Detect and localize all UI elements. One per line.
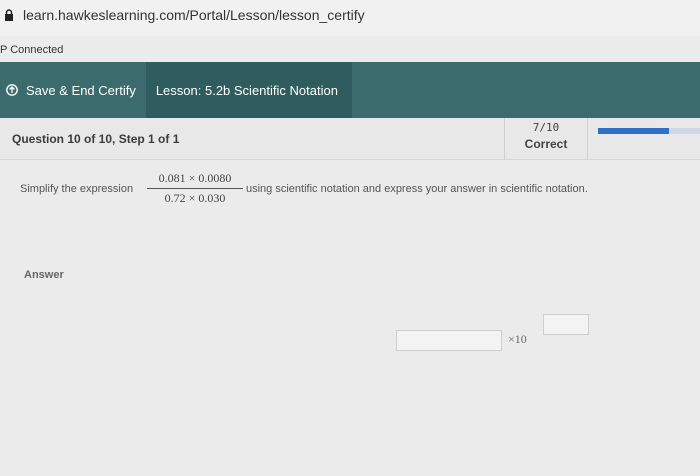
expression-fraction: 0.081 × 0.0080 0.72 × 0.030 [147,171,243,206]
progress-bar-fill [598,128,670,134]
lock-icon [5,9,13,21]
url-text[interactable]: learn.hawkeslearning.com/Portal/Lesson/l… [23,7,365,23]
exponent-input[interactable] [543,314,589,335]
lesson-title: Lesson: 5.2b Scientific Notation [145,62,352,118]
browser-url-bar[interactable]: learn.hawkeslearning.com/Portal/Lesson/l… [0,0,700,36]
answer-label: Answer [24,269,64,281]
problem-area: Simplify the expression 0.081 × 0.0080 0… [0,161,700,476]
fraction-denominator: 0.72 × 0.030 [164,191,226,205]
progress-bar [598,128,700,134]
score-count: 7/10 [532,121,560,134]
save-end-certify-button[interactable]: Save & End Certify [0,62,146,118]
problem-prompt: Simplify the expression [20,183,134,195]
score-box: 7/10 Correct [504,118,588,160]
fraction-numerator: 0.081 × 0.0080 [158,171,232,185]
fraction-bar [147,188,243,189]
circle-arrow-icon [6,84,18,96]
problem-instructions: using scientific notation and express yo… [246,183,588,195]
question-bar: Question 10 of 10, Step 1 of 1 7/10 Corr… [0,118,700,160]
mantissa-input[interactable] [396,330,502,351]
result-status: Correct [524,137,568,151]
times-ten-label: ×10 [508,332,527,346]
save-end-label: Save & End Certify [26,82,136,98]
connection-status: P Connected [0,36,700,62]
lesson-header: Save & End Certify Lesson: 5.2b Scientif… [0,62,700,118]
question-label: Question 10 of 10, Step 1 of 1 [12,132,180,146]
